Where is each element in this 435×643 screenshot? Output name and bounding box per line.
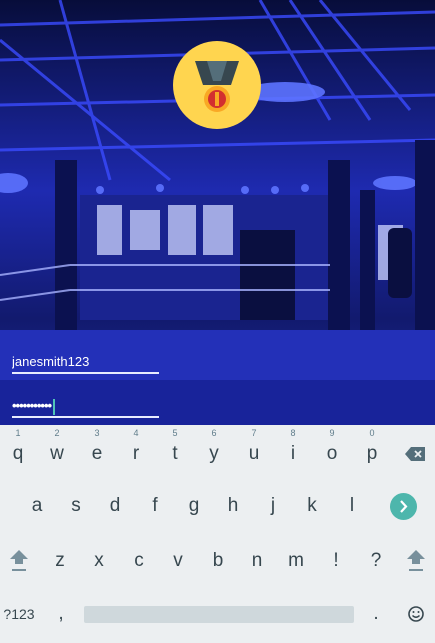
keyboard-row-1: 1q 2w 3e 4r 5t 6y 7u 8i 9o 0p [0, 428, 435, 479]
key-period[interactable]: . [357, 589, 395, 639]
key-hint: 7 [251, 428, 257, 438]
key-r[interactable]: 4r [117, 428, 155, 479]
key-label: e [91, 443, 103, 464]
key-g[interactable]: g [175, 481, 213, 531]
keyboard-row-2: a s d f g h j k l [0, 481, 435, 531]
soft-keyboard: 1q 2w 3e 4r 5t 6y 7u 8i 9o 0p a s d f g … [0, 425, 435, 643]
key-w[interactable]: 2w [38, 428, 76, 479]
key-h[interactable]: h [214, 481, 252, 531]
key-label: o [326, 443, 338, 464]
key-a[interactable]: a [18, 481, 56, 531]
key-label: p [366, 443, 378, 464]
key-hint: 9 [329, 428, 335, 438]
key-p[interactable]: 0p [353, 428, 391, 479]
emoji-icon [408, 606, 424, 622]
key-hint: 5 [172, 428, 178, 438]
key-u[interactable]: 7u [235, 428, 273, 479]
key-o[interactable]: 9o [313, 428, 351, 479]
key-hint: 2 [54, 428, 60, 438]
key-label: q [12, 443, 24, 464]
key-label: r [132, 443, 140, 464]
key-v[interactable]: v [159, 536, 197, 586]
key-s[interactable]: s [57, 481, 95, 531]
shift-icon [407, 550, 425, 571]
key-label: i [290, 443, 296, 464]
password-value: ••••••••••• [12, 398, 52, 413]
key-exclamation[interactable]: ! [317, 536, 355, 586]
key-y[interactable]: 6y [195, 428, 233, 479]
key-k[interactable]: k [293, 481, 331, 531]
username-field[interactable]: janesmith123 [12, 354, 159, 374]
key-n[interactable]: n [238, 536, 276, 586]
key-hint: 6 [211, 428, 217, 438]
emoji-key[interactable] [397, 589, 435, 639]
text-cursor [53, 398, 56, 415]
key-label: w [50, 443, 64, 464]
key-q[interactable]: 1q [0, 428, 36, 479]
shift-icon [10, 550, 28, 571]
enter-key[interactable] [390, 493, 417, 520]
key-m[interactable]: m [277, 536, 315, 586]
key-t[interactable]: 5t [156, 428, 194, 479]
shift-key-right[interactable] [397, 536, 435, 586]
username-value: janesmith123 [12, 354, 90, 369]
key-hint: 8 [290, 428, 296, 438]
key-b[interactable]: b [199, 536, 237, 586]
key-label: u [248, 443, 260, 464]
enter-arrow-icon [400, 500, 408, 513]
key-c[interactable]: c [120, 536, 158, 586]
key-label: y [209, 443, 219, 464]
key-z[interactable]: z [41, 536, 79, 586]
space-bar[interactable] [84, 606, 354, 623]
medal-icon [173, 41, 261, 129]
keyboard-row-3: z x c v b n m ! ? [0, 536, 435, 586]
key-hint: 0 [369, 428, 375, 438]
backspace-key[interactable] [395, 429, 435, 479]
password-field[interactable]: ••••••••••• [12, 398, 159, 418]
symbols-key[interactable]: ?123 [0, 589, 38, 639]
key-f[interactable]: f [136, 481, 174, 531]
key-label: t [172, 443, 178, 464]
backspace-icon [405, 447, 425, 461]
key-j[interactable]: j [254, 481, 292, 531]
key-hint: 3 [94, 428, 100, 438]
key-e[interactable]: 3e [78, 428, 116, 479]
key-l[interactable]: l [333, 481, 371, 531]
key-question[interactable]: ? [357, 536, 395, 586]
key-x[interactable]: x [80, 536, 118, 586]
key-hint: 4 [133, 428, 139, 438]
shift-key-left[interactable] [0, 536, 38, 586]
key-i[interactable]: 8i [274, 428, 312, 479]
key-d[interactable]: d [96, 481, 134, 531]
key-hint: 1 [15, 428, 21, 438]
key-comma[interactable]: , [42, 589, 80, 639]
